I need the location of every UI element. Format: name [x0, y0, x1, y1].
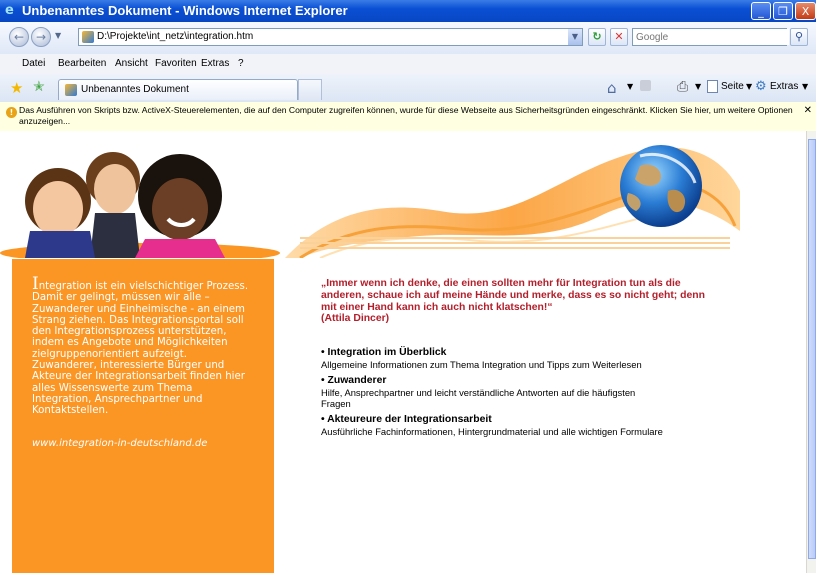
window-titlebar[interactable]: e Unbenanntes Dokument - Windows Interne… [0, 0, 816, 22]
tools-dropdown-icon[interactable]: ▼ [802, 82, 808, 91]
tab-label: Unbenanntes Dokument [81, 84, 189, 95]
address-field[interactable]: D:\Projekte\int_netz\integration.htm ▼ [78, 28, 583, 46]
window-title: Unbenanntes Dokument - Windows Internet … [22, 3, 348, 18]
security-information-bar[interactable]: ! Das Ausführen von Skripts bzw. ActiveX… [0, 102, 816, 132]
warning-icon: ! [6, 107, 17, 118]
scrollbar-thumb[interactable] [808, 139, 816, 559]
address-toolbar: ← → ▼ D:\Projekte\int_netz\integration.h… [0, 22, 816, 55]
menu-bar: Datei Bearbeiten Ansicht Favoriten Extra… [0, 54, 816, 75]
page-menu-label[interactable]: Seite [721, 81, 744, 92]
link-integration-overview[interactable]: • Integration im Überblick [321, 347, 741, 359]
feeds-icon[interactable] [640, 80, 651, 91]
intro-text-block: Integration ist ein vielschichtiger Proz… [32, 276, 252, 417]
search-field[interactable] [632, 28, 789, 46]
page-icon [82, 31, 94, 43]
vertical-scrollbar[interactable] [806, 131, 816, 573]
menu-edit[interactable]: Bearbeiten [58, 58, 106, 69]
close-infobar-icon[interactable]: ✕ [804, 105, 812, 116]
minimize-button[interactable]: _ [751, 2, 771, 20]
link-description: Allgemeine Informationen zum Thema Integ… [321, 359, 642, 370]
print-dropdown-icon[interactable]: ▼ [695, 82, 701, 91]
quote-block: „Immer wenn ich denke, die einen sollten… [321, 278, 707, 325]
tab-active[interactable]: Unbenanntes Dokument [58, 79, 298, 100]
link-zuwanderer[interactable]: • Zuwanderer [321, 375, 741, 387]
intro-paragraph: ntegration ist ein vielschichtiger Proze… [32, 281, 249, 417]
close-button[interactable]: X [795, 2, 816, 20]
intro-initial: I [32, 274, 39, 294]
list-item: • Zuwanderer Hilfe, Ansprechpartner und … [321, 375, 741, 409]
back-button[interactable]: ← [9, 27, 29, 47]
new-tab-button[interactable] [298, 79, 322, 100]
globe-image [620, 145, 702, 227]
refresh-button[interactable]: ↻ [588, 28, 606, 46]
list-item: • Integration im Überblick Allgemeine In… [321, 347, 741, 370]
favorites-star-icon[interactable]: ★ [10, 79, 23, 97]
people-photo [0, 131, 280, 258]
menu-favorites[interactable]: Favoriten [155, 58, 197, 69]
section-links: • Integration im Überblick Allgemeine In… [321, 347, 741, 442]
list-item: • Akteureure der Integrationsarbeit Ausf… [321, 414, 741, 437]
address-dropdown-icon[interactable]: ▼ [568, 29, 582, 45]
menu-view[interactable]: Ansicht [115, 58, 148, 69]
menu-file[interactable]: Datei [22, 58, 45, 69]
menu-help[interactable]: ? [238, 58, 244, 69]
link-akteure[interactable]: • Akteureure der Integrationsarbeit [321, 414, 741, 426]
link-description: Hilfe, Ansprechpartner und leicht verstä… [321, 387, 636, 409]
page-menu-icon[interactable] [707, 80, 718, 93]
stop-button[interactable]: ✕ [610, 28, 628, 46]
header-banner [0, 131, 740, 258]
home-dropdown-icon[interactable]: ▼ [627, 82, 633, 91]
quote-text: „Immer wenn ich denke, die einen sollten… [321, 278, 705, 313]
home-icon[interactable]: ⌂ [607, 79, 617, 97]
link-description: Ausführliche Fachinformationen, Hintergr… [321, 426, 663, 437]
history-dropdown-icon[interactable]: ▼ [55, 31, 61, 40]
internet-explorer-icon: e [5, 3, 14, 18]
gear-icon[interactable]: ⚙ [755, 79, 767, 94]
address-url: D:\Projekte\int_netz\integration.htm [97, 31, 254, 42]
search-icon[interactable]: ⚲ [790, 28, 808, 46]
print-icon[interactable]: ⎙ [677, 79, 688, 95]
menu-tools[interactable]: Extras [201, 58, 229, 69]
add-favorite-icon[interactable]: ✭ [33, 79, 45, 95]
site-url-link[interactable]: www.integration-in-deutschland.de [32, 438, 207, 449]
page-dropdown-icon[interactable]: ▼ [746, 82, 752, 91]
tab-bar: ★ ✭ Unbenanntes Dokument ⌂ ▼ ⎙ ▼ Seite ▼… [0, 74, 816, 103]
information-bar-message: Das Ausführen von Skripts bzw. ActiveX-S… [19, 105, 793, 126]
page-content: Integration ist ein vielschichtiger Proz… [0, 131, 806, 573]
search-input[interactable] [633, 29, 789, 45]
quote-author: (Attila Dincer) [321, 313, 390, 325]
forward-button[interactable]: → [31, 27, 51, 47]
tools-menu-label[interactable]: Extras [770, 81, 798, 92]
page-icon [65, 84, 77, 96]
maximize-button[interactable]: ❐ [773, 2, 793, 20]
